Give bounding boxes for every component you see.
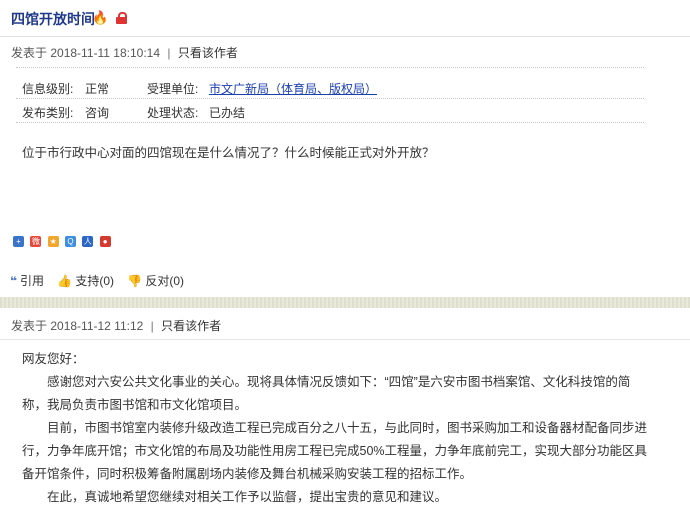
lock-icon bbox=[115, 12, 127, 24]
quote-button[interactable]: ❝ 引用 bbox=[10, 274, 44, 288]
share-weibo-icon[interactable]: 微 bbox=[30, 236, 42, 247]
published-prefix: 发表于 bbox=[11, 46, 48, 60]
author-only-link[interactable]: 只看该作者 bbox=[178, 46, 238, 60]
share-qzone-icon[interactable]: ★ bbox=[47, 236, 59, 247]
reply-paragraph: 感谢您对六安公共文化事业的关心。现将具体情况反馈如下：“四馆”是六安市图书档案馆… bbox=[22, 375, 631, 412]
support-button[interactable]: 👍 支持(0) bbox=[57, 274, 114, 288]
reply-greeting: 网友您好： bbox=[22, 352, 85, 366]
post-datetime: 2018-11-11 18:10:14 bbox=[50, 46, 161, 60]
separator: | bbox=[150, 319, 154, 333]
share-plus-icon[interactable]: + bbox=[13, 236, 24, 247]
reply-body: 网友您好： 感谢您对六安公共文化事业的关心。现将具体情况反馈如下：“四馆”是六安… bbox=[22, 348, 652, 509]
info-unit-label: 受理单位: bbox=[147, 82, 199, 96]
info-status-value: 已办结 bbox=[209, 106, 246, 120]
share-icons: + 微 ★ Q 人 ● bbox=[13, 233, 114, 247]
post-meta: 发表于 2018-11-11 18:10:14 | 只看该作者 bbox=[11, 44, 238, 61]
oppose-label: 反对(0) bbox=[145, 274, 184, 288]
thumb-up-icon: 👍 bbox=[57, 274, 73, 288]
support-label: 支持(0) bbox=[75, 274, 115, 288]
info-status-label: 处理状态: bbox=[147, 106, 199, 120]
published-prefix: 发表于 bbox=[11, 319, 48, 333]
info-unit-link[interactable]: 市文广新局（体育局、版权局） bbox=[209, 80, 377, 97]
info-category-value: 咨询 bbox=[85, 106, 110, 120]
share-qq-icon[interactable]: Q bbox=[65, 236, 77, 247]
fire-icon: 🔥 bbox=[92, 10, 109, 25]
section-divider-band bbox=[0, 297, 690, 308]
share-renren-icon[interactable]: 人 bbox=[82, 236, 94, 247]
title-icons: 🔥 bbox=[92, 10, 131, 26]
reply-paragraph: 在此，真诚地希望您继续对相关工作予以监督，提出宝贵的意见和建议。 bbox=[47, 490, 448, 504]
info-category-label: 发布类别: bbox=[22, 106, 74, 120]
quote-icon: ❝ bbox=[10, 274, 18, 288]
thread-title-bar: 四馆开放时间 🔥 bbox=[0, 0, 690, 37]
divider bbox=[16, 98, 644, 99]
info-level-value: 正常 bbox=[85, 82, 110, 96]
thread-title: 四馆开放时间 bbox=[11, 11, 95, 27]
oppose-button[interactable]: 👎 反对(0) bbox=[127, 274, 184, 288]
reply-meta: 发表于 2018-11-12 11:12 | 只看该作者 bbox=[11, 317, 221, 334]
quote-label: 引用 bbox=[20, 274, 45, 288]
reply-datetime: 2018-11-12 11:12 bbox=[50, 319, 144, 333]
share-kaixin-icon[interactable]: ● bbox=[99, 236, 111, 247]
reply-header: 发表于 2018-11-12 11:12 | 只看该作者 bbox=[0, 308, 690, 340]
reply-paragraph: 目前，市图书馆室内装修升级改造工程已完成百分之八十五，与此同时，图书采购加工和设… bbox=[22, 421, 648, 481]
info-level-label: 信息级别: bbox=[22, 82, 74, 96]
post-question: 位于市行政中心对面的四馆现在是什么情况了？什么时候能正式对外开放？ bbox=[22, 146, 435, 160]
post-actions: ❝ 引用 👍 支持(0) 👎 反对(0) bbox=[10, 272, 194, 289]
separator: | bbox=[167, 46, 171, 60]
unit-link[interactable]: 市文广新局（体育局、版权局） bbox=[209, 82, 377, 96]
divider bbox=[16, 122, 644, 123]
watermark: @ bbox=[283, 490, 296, 504]
divider bbox=[16, 67, 644, 68]
author-only-link[interactable]: 只看该作者 bbox=[161, 319, 221, 333]
thumb-down-icon: 👎 bbox=[127, 274, 143, 288]
